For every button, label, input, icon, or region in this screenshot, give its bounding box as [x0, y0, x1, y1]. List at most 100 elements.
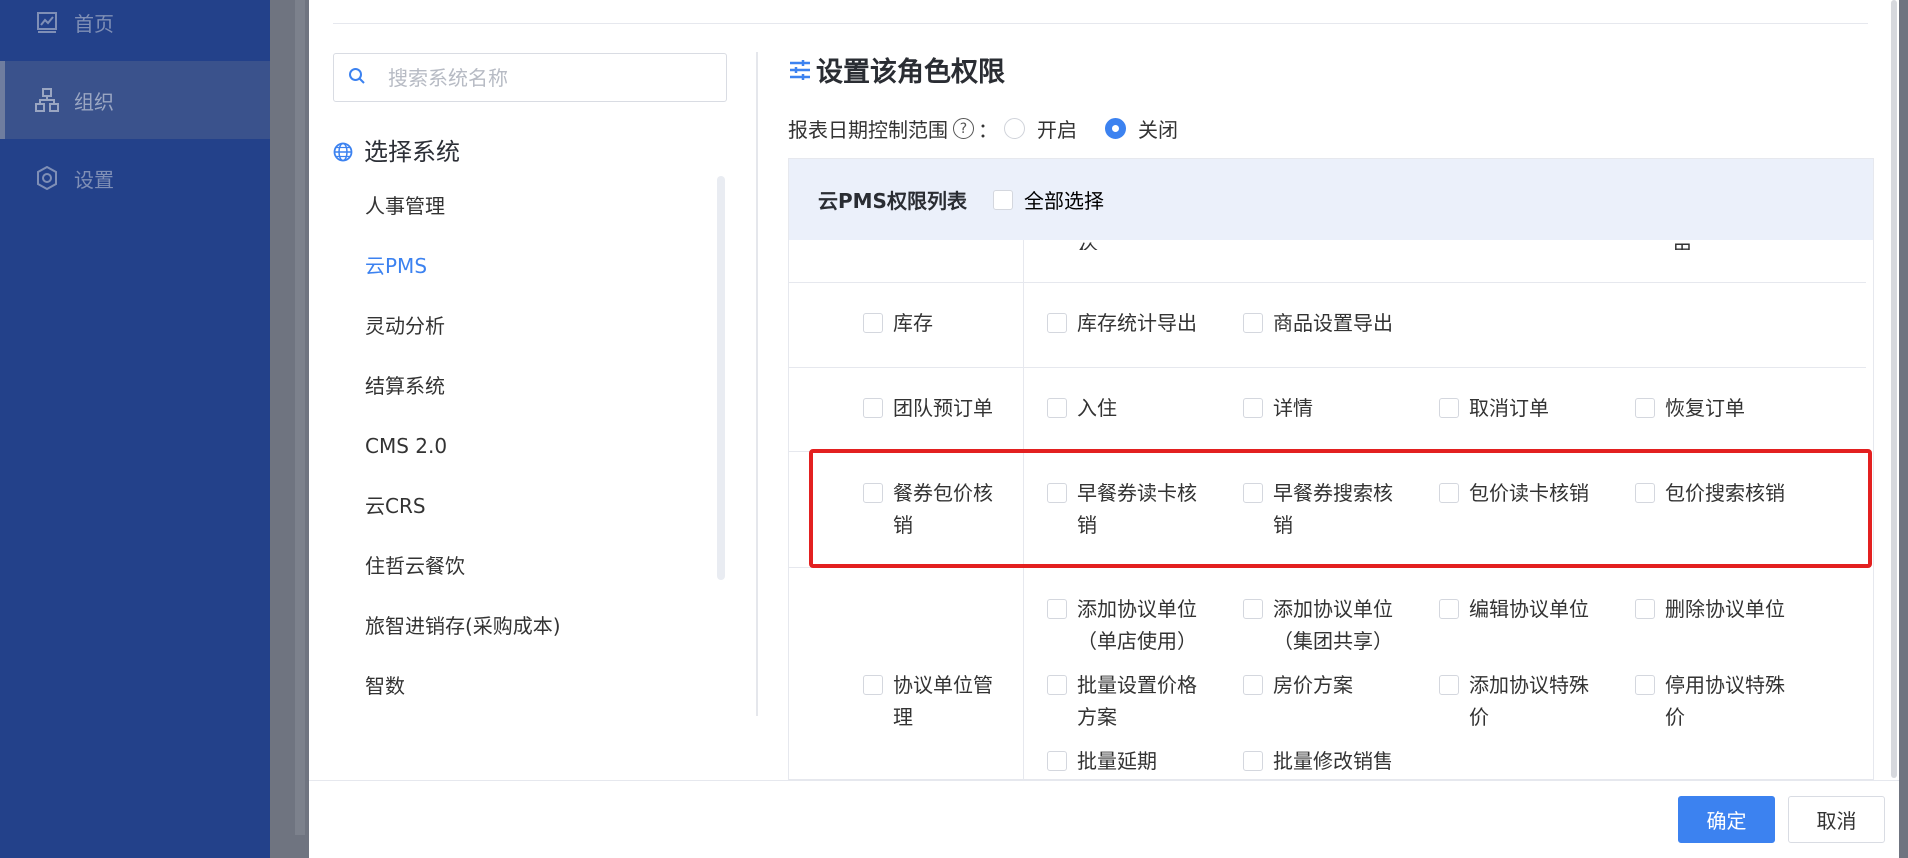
perm-label: 批量设置价格方案 — [1077, 673, 1197, 729]
perm-label: 库存统计导出 — [1077, 311, 1197, 335]
checkbox[interactable] — [1635, 483, 1655, 503]
system-list-title-label: 选择系统 — [364, 138, 460, 166]
checkbox[interactable] — [1243, 483, 1263, 503]
nav-item-home[interactable]: 首页 — [0, 0, 270, 61]
checkbox[interactable] — [863, 675, 883, 695]
checkbox[interactable] — [1439, 483, 1459, 503]
permission-title-label: 设置该角色权限 — [816, 57, 1005, 88]
system-item-catering[interactable]: 住哲云餐饮 — [365, 552, 465, 580]
nav-item-org[interactable]: 组织 — [0, 61, 270, 139]
perm-item[interactable]: 添加协议单位（单店使用） — [1047, 593, 1227, 657]
checkbox[interactable] — [1243, 599, 1263, 619]
perm-item[interactable]: 库存统计导出 — [1047, 307, 1197, 339]
vertical-divider — [756, 52, 758, 716]
dialog-scrollbar[interactable] — [1889, 0, 1899, 780]
checkbox[interactable] — [1635, 675, 1655, 695]
perm-label: 恢复订单 — [1665, 396, 1745, 420]
radio-option-on[interactable]: 开启 — [1004, 114, 1077, 143]
dialog-scrollbar-thumb[interactable] — [1891, 0, 1897, 778]
system-item-analytics[interactable]: 灵动分析 — [365, 312, 445, 340]
checkbox[interactable] — [1439, 675, 1459, 695]
checkbox[interactable] — [1047, 398, 1067, 418]
perm-item[interactable]: 包价读卡核销 — [1439, 477, 1589, 509]
system-item-inventory[interactable]: 旅智进销存(采购成本) — [365, 612, 561, 640]
module-label: 餐券包价核销 — [893, 481, 993, 537]
perm-item[interactable]: 早餐券搜索核销 — [1243, 477, 1423, 541]
system-item-settlement[interactable]: 结算系统 — [365, 372, 445, 400]
perm-label: 包价读卡核销 — [1469, 481, 1589, 505]
perm-item[interactable]: 恢复订单 — [1635, 392, 1745, 424]
overlay-shadow — [295, 0, 305, 835]
module-inventory[interactable]: 库存 — [863, 307, 933, 339]
perm-label: 入住 — [1077, 396, 1117, 420]
row-divider — [789, 567, 1866, 568]
checkbox[interactable] — [1047, 483, 1067, 503]
checkbox[interactable] — [1243, 398, 1263, 418]
perm-item[interactable]: 入住 — [1047, 392, 1117, 424]
module-meal-voucher[interactable]: 餐券包价核销 — [863, 477, 1013, 541]
checkbox[interactable] — [863, 398, 883, 418]
perm-item[interactable]: 房价方案 — [1243, 669, 1353, 701]
perm-label: 商品设置导出 — [1273, 311, 1393, 335]
perm-item[interactable]: 批量修改销售 — [1243, 745, 1393, 777]
radio-option-off[interactable]: 关闭 — [1105, 114, 1178, 143]
nav-item-settings[interactable]: 设置 — [0, 139, 270, 217]
perm-label: 包价搜索核销 — [1665, 481, 1785, 505]
system-item-cms[interactable]: CMS 2.0 — [365, 432, 447, 460]
perm-item[interactable]: 商品设置导出 — [1243, 307, 1393, 339]
checkbox[interactable] — [1635, 398, 1655, 418]
row-divider — [789, 282, 1866, 283]
perm-item[interactable]: 删除协议单位 — [1635, 593, 1785, 625]
help-icon[interactable]: ? — [953, 118, 974, 139]
module-agreement-unit[interactable]: 协议单位管理 — [863, 669, 1013, 733]
permission-title: 设置该角色权限 — [788, 50, 1005, 89]
checkbox[interactable] — [1243, 751, 1263, 771]
system-item-zhishu[interactable]: 智数 — [365, 672, 405, 700]
perm-item[interactable]: 取消订单 — [1439, 392, 1549, 424]
confirm-button[interactable]: 确定 — [1678, 796, 1775, 843]
checkbox[interactable] — [1439, 398, 1459, 418]
checkbox[interactable] — [863, 313, 883, 333]
perm-item[interactable]: 包价搜索核销 — [1635, 477, 1785, 509]
checkbox[interactable] — [1439, 599, 1459, 619]
perm-item[interactable]: 添加协议单位（集团共享） — [1243, 593, 1423, 657]
perm-item[interactable]: 早餐券读卡核销 — [1047, 477, 1227, 541]
perm-item[interactable]: 停用协议特殊价 — [1635, 669, 1815, 733]
perm-item[interactable]: 批量设置价格方案 — [1047, 669, 1227, 733]
perm-item[interactable]: 详情 — [1243, 392, 1313, 424]
checkbox[interactable] — [1243, 675, 1263, 695]
sidebar: 首页 组织 设置 — [0, 0, 270, 858]
checkbox[interactable] — [1047, 599, 1067, 619]
perm-item[interactable]: 编辑协议单位 — [1439, 593, 1589, 625]
tune-icon — [788, 58, 812, 82]
system-list-scrollbar[interactable] — [717, 176, 725, 580]
perm-label: 批量延期 — [1077, 749, 1157, 773]
org-icon — [34, 87, 60, 113]
module-group-booking[interactable]: 团队预订单 — [863, 392, 993, 424]
checkbox[interactable] — [1635, 599, 1655, 619]
checkbox[interactable] — [1047, 313, 1067, 333]
select-all-label: 全部选择 — [1023, 189, 1104, 213]
perm-label: 早餐券读卡核销 — [1077, 481, 1197, 537]
system-item-hr[interactable]: 人事管理 — [365, 192, 445, 220]
dialog-footer — [309, 780, 1899, 858]
system-item-pms[interactable]: 云PMS — [365, 252, 427, 280]
perm-item[interactable]: 添加协议特殊价 — [1439, 669, 1619, 733]
radio-checked-icon[interactable] — [1105, 118, 1126, 139]
checkbox[interactable] — [1047, 675, 1067, 695]
system-search[interactable] — [333, 53, 727, 102]
row-divider — [789, 367, 1866, 368]
select-all-checkbox[interactable] — [992, 189, 1013, 210]
search-input[interactable] — [388, 65, 708, 90]
checkbox[interactable] — [1047, 751, 1067, 771]
cancel-button[interactable]: 取消 — [1788, 796, 1885, 843]
divider — [333, 23, 1868, 24]
module-label: 团队预订单 — [893, 396, 993, 420]
checkbox[interactable] — [863, 483, 883, 503]
checkbox[interactable] — [1243, 313, 1263, 333]
radio-icon[interactable] — [1004, 118, 1025, 139]
perm-item[interactable]: 批量延期 — [1047, 745, 1157, 777]
perm-label: 删除协议单位 — [1665, 597, 1785, 621]
system-item-crs[interactable]: 云CRS — [365, 492, 426, 520]
chart-icon — [34, 9, 60, 35]
